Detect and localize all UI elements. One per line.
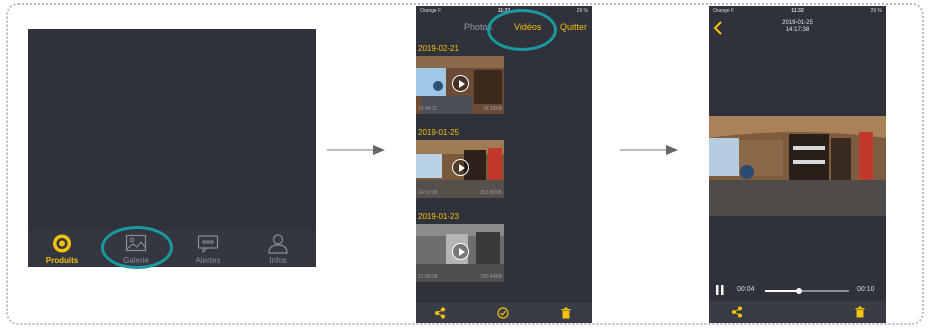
status-bar: Orange F 11:32 29 % (709, 6, 886, 16)
action-bar (416, 303, 592, 323)
video-size: 153.80KB (480, 190, 502, 196)
video-time: 14:44:11 (418, 106, 438, 112)
tab-label: Produits (45, 256, 79, 265)
duration-time: 00:10 (857, 286, 875, 293)
seek-thumb[interactable] (795, 288, 802, 294)
video-thumbnail[interactable]: 14:44:11 76.19KB (416, 56, 504, 114)
trash-icon[interactable] (854, 306, 866, 318)
alerts-icon (197, 235, 219, 254)
battery-label: 29 % (576, 8, 588, 14)
share-icon[interactable] (731, 306, 743, 318)
video-time: 21:00:38 (418, 274, 438, 280)
trash-icon[interactable] (560, 307, 572, 319)
select-check-icon[interactable] (497, 307, 509, 319)
seek-progress (765, 290, 799, 292)
video-thumbnail[interactable]: 21:00:38 780.44KB (416, 224, 504, 282)
date-header: 2019-01-25 (418, 128, 459, 137)
video-image (709, 116, 886, 216)
video-size: 76.19KB (482, 106, 502, 112)
clock-label: 11:32 (791, 8, 804, 14)
share-icon[interactable] (434, 307, 446, 319)
play-icon (452, 159, 469, 176)
quit-button[interactable]: Quitter (560, 22, 587, 32)
pause-icon[interactable] (716, 285, 724, 295)
video-size: 780.44KB (480, 274, 502, 280)
date-header: 2019-01-23 (418, 212, 459, 221)
products-screen: Produits Galerie Alertes Infos (28, 29, 316, 267)
play-icon (452, 75, 469, 92)
play-icon (452, 243, 469, 260)
battery-label: 29 % (870, 8, 882, 14)
video-frame[interactable] (709, 116, 886, 216)
elapsed-time: 00:04 (737, 286, 755, 293)
video-date: 2019-01-25 (782, 20, 813, 26)
video-gallery-screen: Orange F 11:32 29 % Photos Vidéos Quitte… (416, 6, 592, 323)
video-time: 14:17:38 (785, 27, 810, 33)
action-bar (709, 301, 886, 323)
tab-label: Infos (269, 256, 287, 265)
tab-infos[interactable]: Infos (248, 233, 308, 267)
seek-track[interactable] (765, 288, 849, 294)
video-thumbnail[interactable]: 14:17:38 153.80KB (416, 140, 504, 198)
videos-highlight-circle (487, 9, 557, 51)
video-player-screen: Orange F 11:32 29 % 2019-01-25 14:17:38 … (709, 6, 886, 323)
galerie-highlight-circle (101, 226, 173, 269)
infos-icon (268, 234, 288, 254)
playback-controls: 00:04 00:10 (709, 282, 886, 302)
date-header: 2019-02-21 (418, 44, 459, 53)
tab-label: Alertes (195, 256, 221, 265)
tab-alertes[interactable]: Alertes (178, 233, 238, 267)
video-time: 14:17:38 (418, 190, 438, 196)
arrow-right-icon (327, 145, 385, 155)
products-icon (53, 234, 71, 253)
tab-produits[interactable]: Produits (32, 233, 92, 267)
arrow-right-icon (620, 145, 678, 155)
